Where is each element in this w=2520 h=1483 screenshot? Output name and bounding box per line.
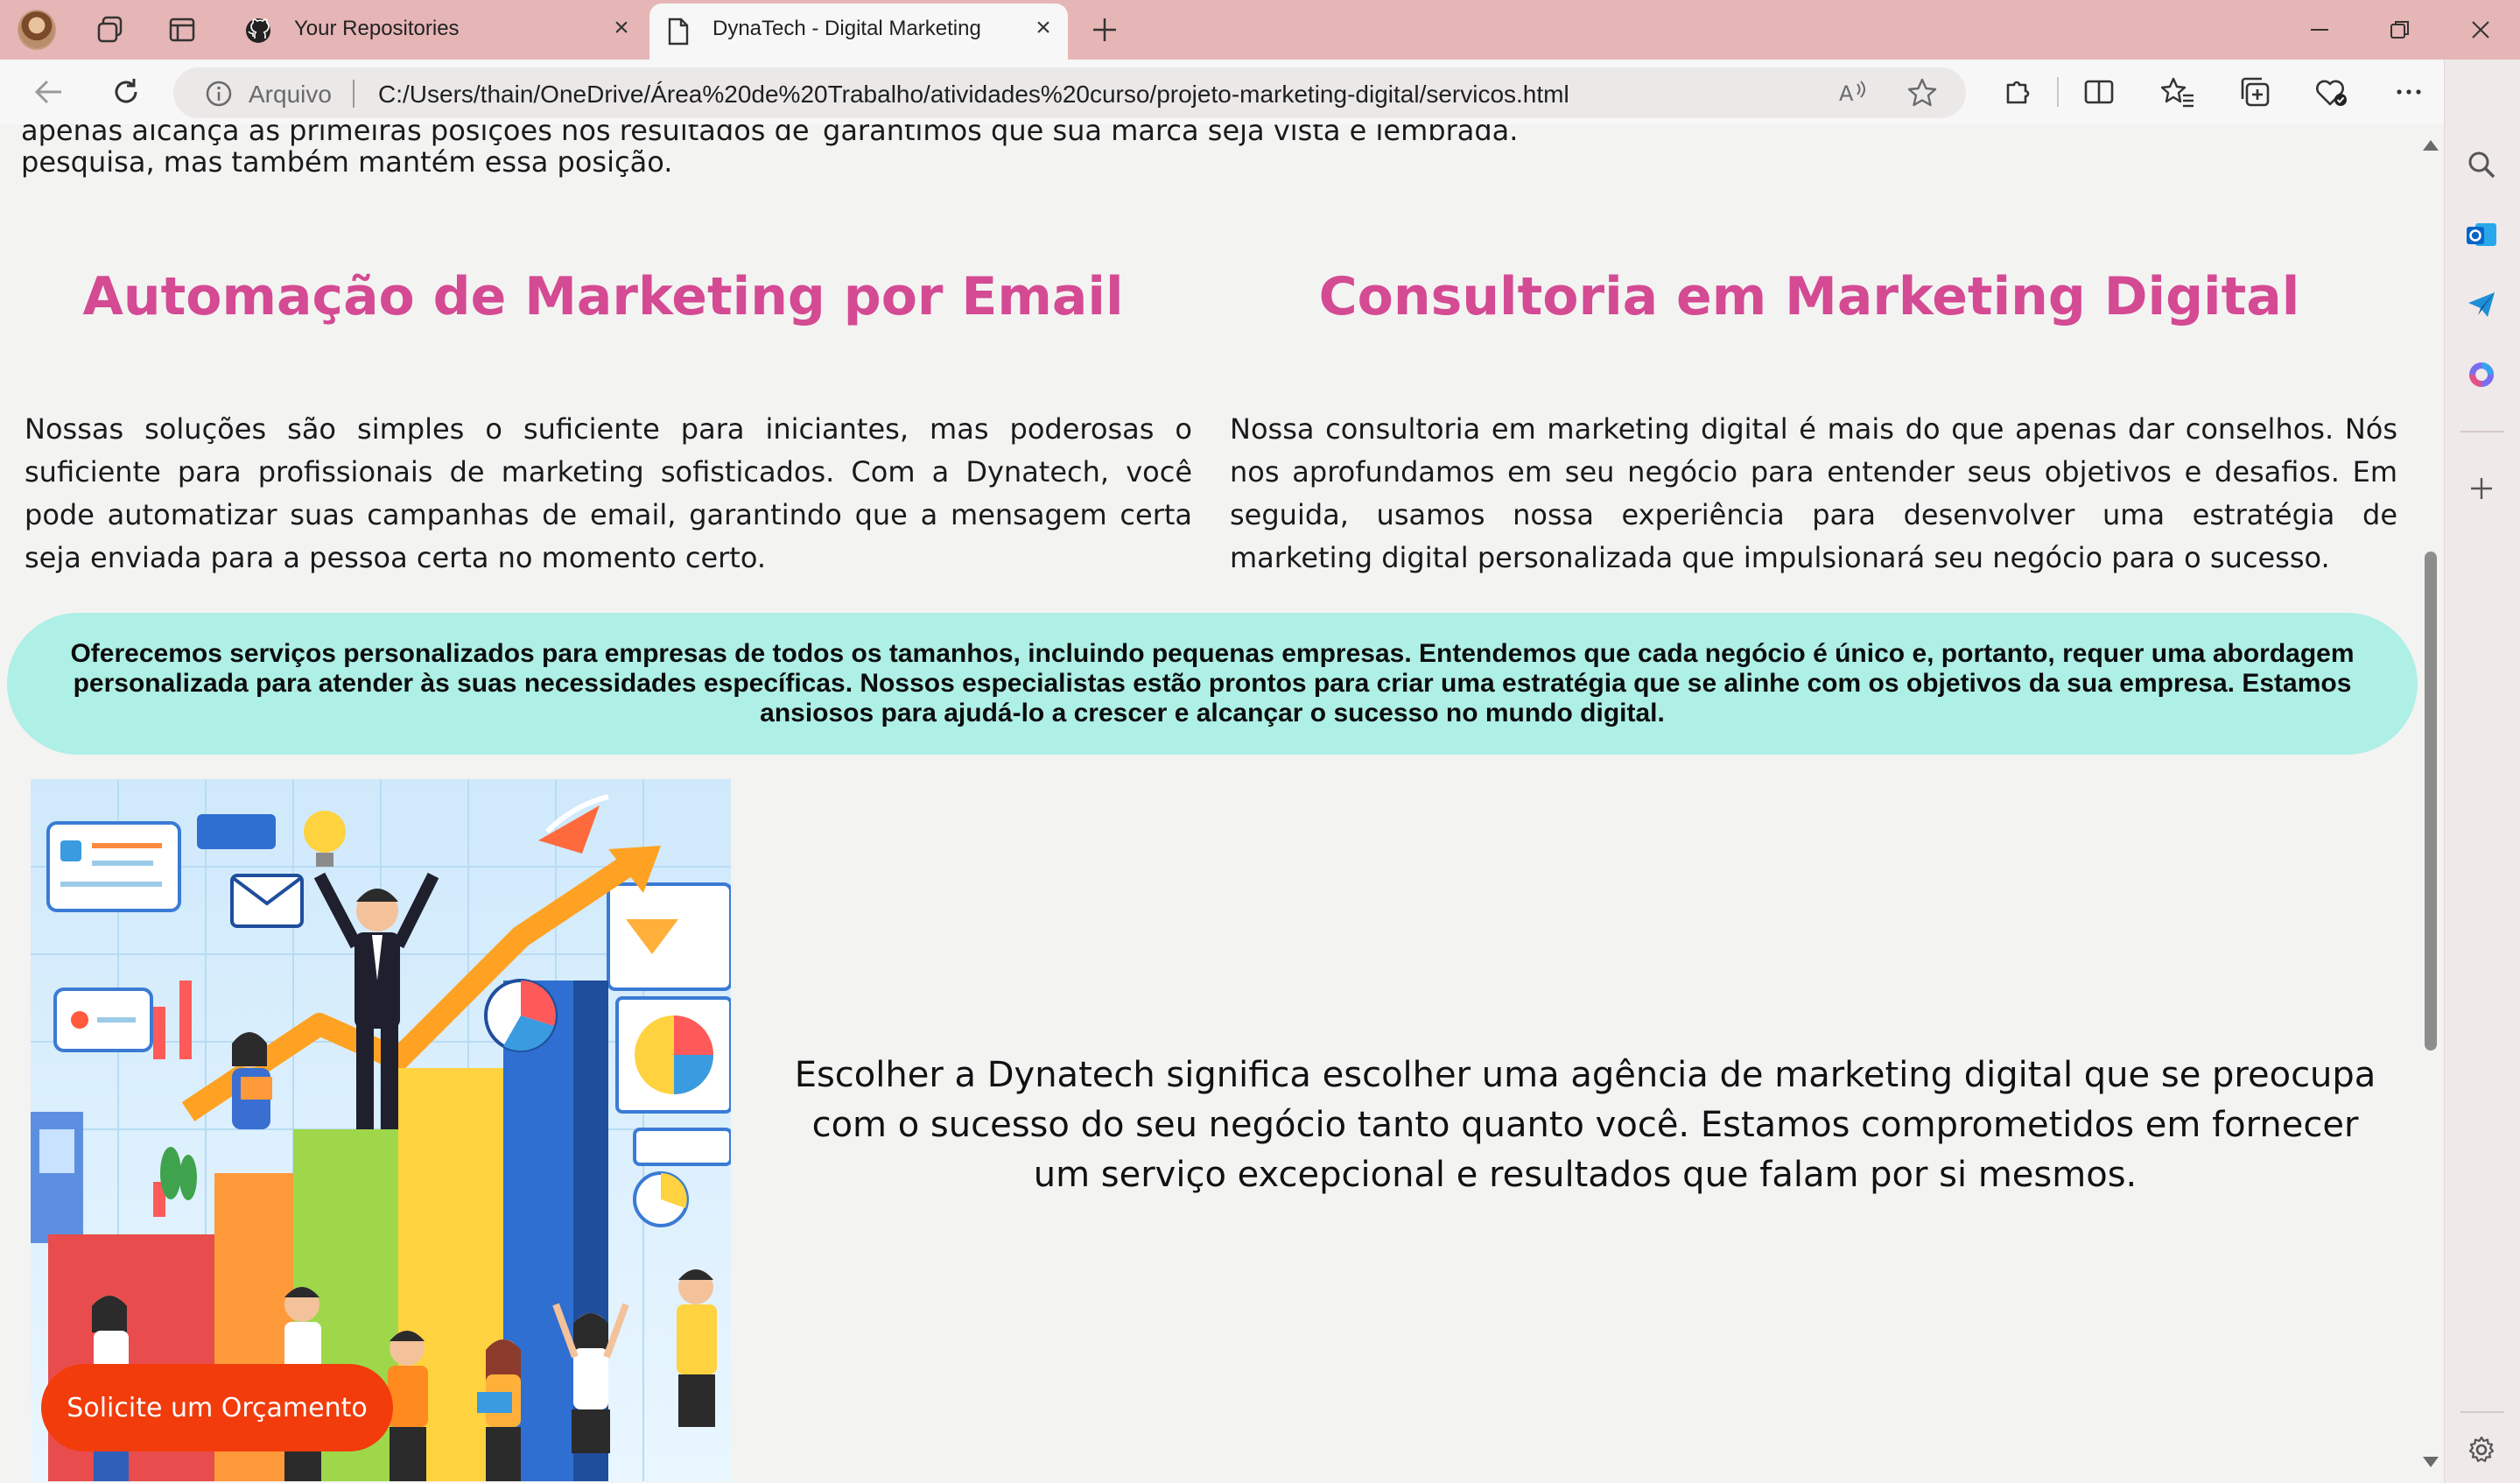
outlook-icon[interactable] [2462, 215, 2501, 254]
close-icon[interactable]: × [1031, 15, 1056, 41]
tab-your-repositories[interactable]: Your Repositories × [228, 0, 646, 60]
close-icon[interactable]: × [609, 15, 634, 41]
add-icon[interactable] [2462, 469, 2501, 508]
info-icon[interactable] [205, 80, 233, 108]
more-options-icon[interactable] [2390, 73, 2428, 111]
address-scheme-label: Arquivo [249, 81, 332, 108]
info-banner: Oferecemos serviços personalizados para … [7, 613, 2418, 755]
sidebar-divider [2460, 1411, 2504, 1413]
page-icon [667, 18, 691, 46]
profile-avatar[interactable] [18, 10, 56, 50]
service-title-consulting: Consultoria em Marketing Digital [1318, 266, 2300, 327]
request-quote-button[interactable]: Solicite um Orçamento [41, 1364, 393, 1451]
tab-title: DynaTech - Digital Marketing [712, 17, 981, 40]
back-arrow-icon[interactable] [30, 73, 68, 111]
address-bar[interactable]: Arquivo C:/Users/thain/OneDrive/Área%20d… [173, 67, 1966, 118]
address-divider [353, 80, 354, 108]
read-aloud-icon[interactable]: A [1833, 74, 1871, 112]
microsoft-365-icon[interactable] [2462, 355, 2501, 394]
new-tab-icon[interactable] [1085, 11, 1124, 49]
previous-section-text: apenas alcança as primeiras posições nos… [21, 124, 810, 147]
title-bar: Your Repositories × DynaTech - Digital M… [0, 0, 2520, 60]
restore-button[interactable] [2369, 7, 2432, 53]
service-title-email: Automação de Marketing por Email [82, 266, 1124, 327]
service-text-email: Nossas soluções são simples o suficiente… [25, 412, 1192, 574]
tab-dynatech[interactable]: DynaTech - Digital Marketing × [649, 4, 1068, 60]
vertical-tabs-icon[interactable] [163, 11, 201, 49]
browser-essentials-icon[interactable] [2313, 73, 2351, 111]
collections-icon[interactable] [2236, 73, 2274, 111]
toolbar-divider [2057, 77, 2059, 107]
minimize-button[interactable] [2288, 7, 2351, 53]
github-icon [245, 18, 271, 44]
scroll-down-arrow-icon[interactable] [2423, 1457, 2439, 1467]
favorite-star-icon[interactable] [1903, 74, 1941, 112]
workspaces-icon[interactable] [91, 11, 130, 49]
sidebar-divider [2460, 431, 2504, 432]
closing-statement: Escolher a Dynatech significa escolher u… [794, 1055, 2376, 1195]
send-icon[interactable] [2462, 285, 2501, 324]
refresh-icon[interactable] [107, 73, 145, 111]
page-scrollbar[interactable] [2418, 124, 2444, 1483]
svg-text:A: A [1839, 81, 1854, 106]
page-viewport: apenas alcança as primeiras posições nos… [7, 124, 2418, 1483]
browser-toolbar: Arquivo C:/Users/thain/OneDrive/Área%20d… [0, 60, 2520, 124]
service-text-consulting: Nossa consultoria em marketing digital é… [1230, 412, 2397, 574]
settings-gear-icon[interactable] [2462, 1430, 2501, 1469]
edge-sidebar [2444, 60, 2520, 1483]
favorites-icon[interactable] [2158, 73, 2197, 111]
extensions-icon[interactable] [1997, 73, 2036, 111]
avatar [18, 10, 56, 50]
scroll-thumb[interactable] [2425, 552, 2437, 1051]
scroll-up-arrow-icon[interactable] [2423, 140, 2439, 151]
previous-section-text: garantimos que sua marca seja vista e le… [823, 124, 1519, 147]
search-icon[interactable] [2462, 145, 2501, 184]
address-url[interactable]: C:/Users/thain/OneDrive/Área%20de%20Trab… [378, 81, 1569, 109]
banner-text: Oferecemos serviços personalizados para … [70, 639, 2355, 727]
close-window-button[interactable] [2449, 7, 2512, 53]
tab-title: Your Repositories [294, 17, 460, 40]
split-screen-icon[interactable] [2080, 73, 2118, 111]
previous-section-text: pesquisa, mas também mantém essa posição… [21, 145, 673, 179]
